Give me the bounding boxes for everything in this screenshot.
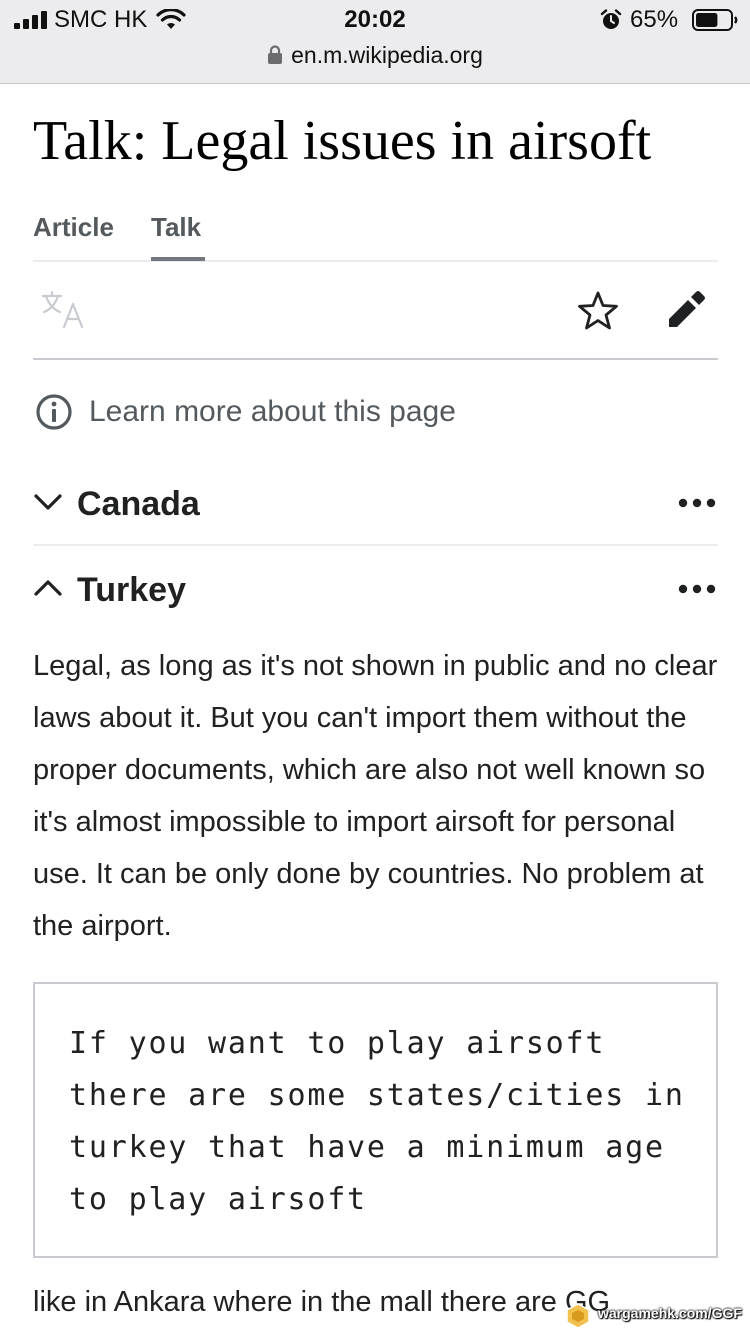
section-canada[interactable]: Canada bbox=[33, 478, 718, 546]
browser-chrome: SMC HK 20:02 65% en.m.wikipedia.org bbox=[0, 0, 750, 84]
learn-more-link[interactable]: Learn more about this page bbox=[33, 390, 633, 434]
section-heading[interactable]: Canada bbox=[77, 482, 200, 526]
edit-pencil-icon[interactable] bbox=[665, 290, 707, 330]
chevron-up-icon[interactable] bbox=[33, 578, 63, 598]
section-turkey[interactable]: Turkey bbox=[33, 566, 718, 616]
address-bar[interactable]: en.m.wikipedia.org bbox=[0, 40, 750, 74]
page-tabs: Article Talk bbox=[33, 196, 718, 262]
alarm-icon bbox=[600, 9, 622, 29]
preformatted-text: If you want to play airsoft there are so… bbox=[69, 1026, 705, 1217]
battery-percent: 65% bbox=[630, 6, 679, 33]
lock-icon bbox=[268, 45, 283, 64]
info-icon bbox=[36, 394, 72, 430]
language-icon[interactable] bbox=[41, 290, 85, 330]
preformatted-block: If you want to play airsoft there are so… bbox=[33, 982, 718, 1258]
tab-talk[interactable]: Talk bbox=[151, 210, 201, 244]
watermark-logo bbox=[566, 1303, 590, 1329]
url-text: en.m.wikipedia.org bbox=[291, 42, 483, 68]
page-title: Talk: Legal issues in airsoft bbox=[33, 110, 652, 172]
page-actions-toolbar bbox=[33, 262, 718, 360]
status-bar: SMC HK 20:02 65% bbox=[0, 0, 750, 40]
learn-more-label: Learn more about this page bbox=[89, 395, 456, 428]
chevron-down-icon[interactable] bbox=[33, 492, 63, 512]
tab-article[interactable]: Article bbox=[33, 210, 114, 244]
more-options-icon[interactable] bbox=[678, 498, 716, 508]
more-options-icon[interactable] bbox=[678, 584, 716, 594]
section-paragraph: Legal, as long as it's not shown in publ… bbox=[33, 650, 718, 942]
section-heading[interactable]: Turkey bbox=[77, 568, 186, 612]
star-icon[interactable] bbox=[577, 290, 619, 330]
watermark-text: wargamehk.com/GGF bbox=[598, 1305, 742, 1321]
tab-selected-indicator bbox=[151, 257, 205, 261]
battery-icon bbox=[692, 9, 738, 31]
watermark: wargamehk.com/GGF bbox=[564, 1302, 744, 1330]
